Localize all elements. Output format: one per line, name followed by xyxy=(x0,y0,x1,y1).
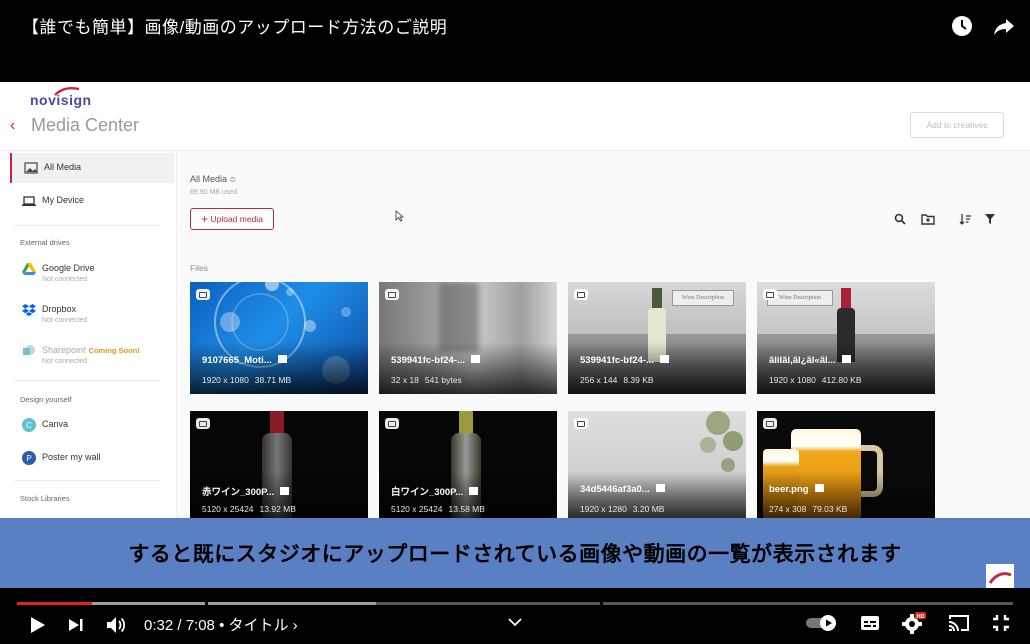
photo-icon xyxy=(24,162,38,174)
media-card[interactable]: Wine Description 539941fc-bf24-... 256 x… xyxy=(568,282,746,394)
sidebar-item-canva[interactable]: C Canva xyxy=(10,410,172,440)
video-title-bar: 【誰でも簡単】画像/動画のアップロード方法のご説明 xyxy=(0,0,1030,82)
files-section-label: Files xyxy=(190,263,208,273)
new-folder-icon[interactable] xyxy=(921,213,935,225)
media-card[interactable]: beer.png 274 x 308 79.03 KB xyxy=(757,411,935,518)
divider xyxy=(14,480,160,481)
next-icon[interactable] xyxy=(68,618,84,632)
media-type-badge xyxy=(385,418,399,429)
svg-text:P: P xyxy=(26,454,31,463)
player-controls: 0:32 / 7:08 • タイトル › HD xyxy=(0,588,1030,644)
sidebar: All Media My Device External drives Goog… xyxy=(0,151,177,518)
media-card[interactable]: 赤ワイン_300P... 5120 x 25424 13.92 MB xyxy=(190,411,368,518)
share-icon[interactable] xyxy=(992,14,1016,38)
progress-bar[interactable] xyxy=(17,601,1013,606)
image-icon xyxy=(659,355,669,364)
chapter-marker xyxy=(600,601,603,606)
video-title[interactable]: 【誰でも簡単】画像/動画のアップロード方法のご説明 xyxy=(22,13,447,38)
sort-icon[interactable] xyxy=(959,213,972,225)
video-frame[interactable]: novisign ‹ Media Center Add to creatives… xyxy=(0,82,1030,518)
canva-icon: C xyxy=(22,418,36,432)
chapter-title[interactable]: • タイトル › xyxy=(219,617,298,634)
mouse-cursor-icon xyxy=(395,210,404,222)
sharepoint-icon xyxy=(23,345,35,355)
sidebar-item-dropbox[interactable]: Dropbox Not connected xyxy=(10,295,172,325)
section-header-design: Design yourself xyxy=(20,395,72,404)
subtitles-icon[interactable] xyxy=(860,615,880,631)
media-type-badge xyxy=(763,289,777,300)
laptop-icon xyxy=(22,196,36,206)
image-icon xyxy=(655,484,665,493)
caption-band: すると既にスタジオにアップロードされている画像や動画の一覧が表示されます xyxy=(0,518,1030,592)
dropbox-icon xyxy=(22,304,36,316)
google-drive-icon xyxy=(22,263,36,275)
media-type-badge xyxy=(196,289,210,300)
svg-text:C: C xyxy=(26,421,32,430)
search-icon[interactable] xyxy=(894,213,906,225)
media-card[interactable]: 白ワイン_300P... 5120 x 25424 13.58 MB xyxy=(379,411,557,518)
play-icon[interactable] xyxy=(30,616,46,634)
image-icon xyxy=(814,484,824,493)
media-type-badge xyxy=(196,418,210,429)
coming-soon-badge: Coming Soon! xyxy=(88,346,140,355)
svg-text:HD: HD xyxy=(917,614,925,620)
breadcrumb: All Media ⊜ xyxy=(190,174,237,184)
media-type-badge xyxy=(574,418,588,429)
main-content: All Media ⊜ 69.90 MB used + Upload media… xyxy=(176,151,1030,518)
app-header: novisign ‹ Media Center Add to creatives xyxy=(0,82,1030,151)
add-to-creatives-button[interactable]: Add to creatives xyxy=(910,112,1004,138)
novisign-logo: novisign xyxy=(30,86,92,108)
image-icon xyxy=(280,487,290,496)
image-icon xyxy=(470,355,480,364)
media-card[interactable]: 539941fc-bf24-... 32 x 18 541 bytes xyxy=(379,282,557,394)
upload-media-button[interactable]: + Upload media xyxy=(190,208,274,230)
sidebar-item-poster-my-wall[interactable]: P Poster my wall xyxy=(10,443,172,473)
page-title: Media Center xyxy=(31,115,140,135)
divider xyxy=(14,380,160,381)
media-type-badge xyxy=(574,289,588,300)
divider xyxy=(14,225,160,226)
media-type-badge xyxy=(763,418,777,429)
clock-icon[interactable] xyxy=(950,14,974,38)
filter-icon[interactable] xyxy=(984,213,996,225)
exit-fullscreen-icon[interactable] xyxy=(992,614,1010,632)
storage-used: 69.90 MB used xyxy=(190,189,238,196)
cast-icon[interactable] xyxy=(948,614,970,632)
caption-text: すると既にスタジオにアップロードされている画像や動画の一覧が表示されます xyxy=(128,543,902,566)
back-icon[interactable]: ‹ xyxy=(10,117,15,135)
sidebar-item-sharepoint[interactable]: Sharepoint Coming Soon! Not connected xyxy=(10,336,172,366)
video-icon xyxy=(277,355,287,364)
sidebar-item-my-device[interactable]: My Device xyxy=(10,186,172,216)
sidebar-item-all-media[interactable]: All Media xyxy=(10,153,174,183)
time-display: 0:32 / 7:08 xyxy=(144,617,215,634)
image-icon xyxy=(469,487,479,496)
autoplay-toggle-icon[interactable] xyxy=(806,615,838,631)
volume-icon[interactable] xyxy=(106,616,126,634)
sidebar-item-google-drive[interactable]: Google Drive Not connected xyxy=(10,254,172,284)
played-bar xyxy=(17,602,92,605)
settings-icon[interactable]: HD xyxy=(902,612,926,634)
media-card[interactable]: Wine Description ãlilãl,ãl¿ãl«ãl... 1920… xyxy=(757,282,935,394)
section-header-stock: Stock Libraries xyxy=(20,494,70,503)
section-header-external: External drives xyxy=(20,238,70,247)
image-icon xyxy=(841,355,851,364)
chevron-down-icon[interactable] xyxy=(508,618,522,627)
poster-icon: P xyxy=(22,451,36,465)
chapter-marker xyxy=(205,601,208,606)
media-card[interactable]: 34d5446af3a0... 1920 x 1280 3.20 MB xyxy=(568,411,746,518)
media-card[interactable]: 9107665_Moti... 1920 x 1080 38.71 MB xyxy=(190,282,368,394)
media-type-badge xyxy=(385,289,399,300)
